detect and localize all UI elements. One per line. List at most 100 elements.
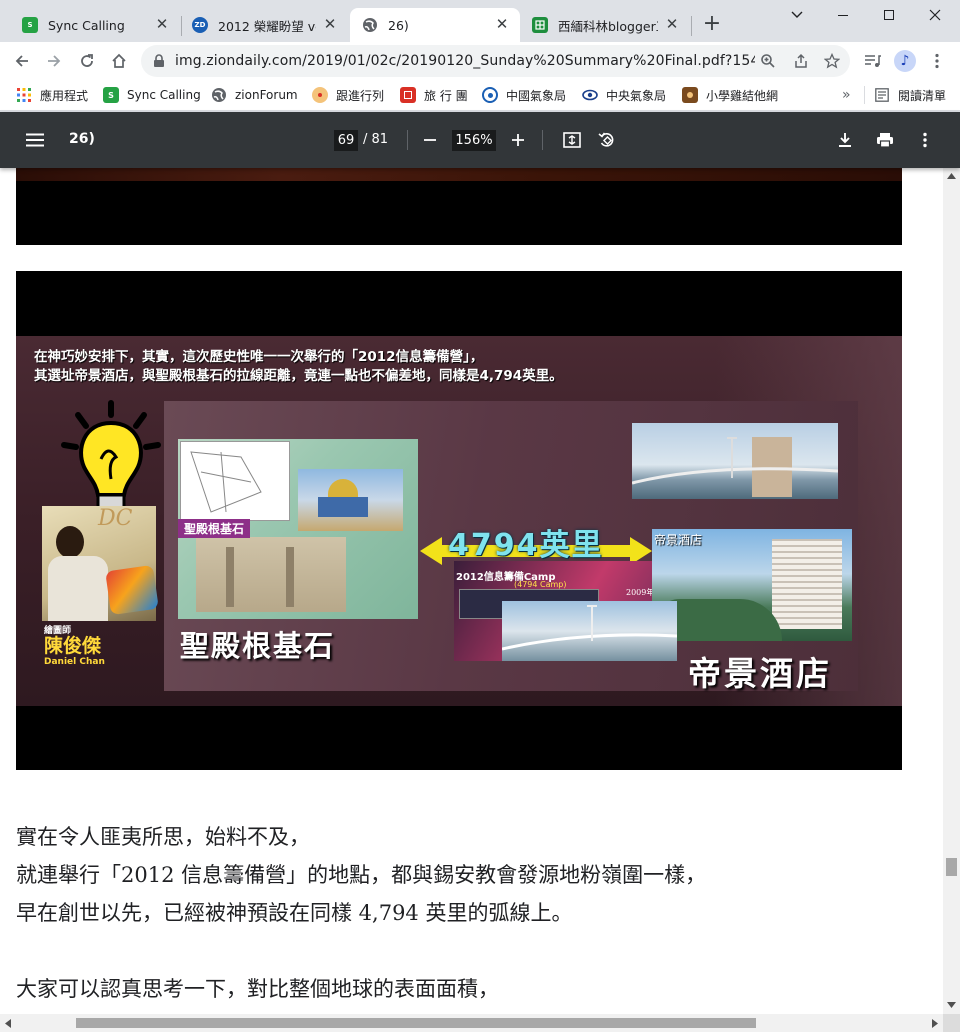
tab-sync-calling[interactable]: S Sync Calling ✕ <box>8 8 180 42</box>
pdf-title: 26) <box>69 131 95 147</box>
bookmark-label: 中國氣象局 <box>506 88 567 103</box>
close-icon[interactable]: ✕ <box>664 17 680 33</box>
rotate-icon <box>598 132 614 147</box>
toolbar-divider <box>542 130 543 150</box>
pillar <box>226 547 234 607</box>
scroll-left-icon[interactable] <box>5 1019 11 1028</box>
painter-name: 陳俊傑 <box>44 635 102 657</box>
media-control-button[interactable] <box>859 47 887 75</box>
zoom-level-input[interactable]: 156% <box>452 130 496 151</box>
bookmark-sync-calling[interactable]: S Sync Calling <box>103 85 201 105</box>
close-icon[interactable]: ✕ <box>154 17 170 33</box>
minimize-button[interactable] <box>820 0 866 30</box>
star-icon <box>824 53 840 69</box>
hotel-tag: 帝景酒店 <box>654 533 703 547</box>
bookmarks-overflow-button[interactable]: » <box>842 85 851 105</box>
vertical-scroll-thumb[interactable] <box>946 858 957 876</box>
document-line: 早在創世以先，已經被神預設在同樣 4,794 英里的弧線上。 <box>16 901 573 925</box>
pdf-viewport[interactable]: 在神巧妙安排下，其實，這次歷史性唯一一次舉行的「2012信息籌備營」， 其選址帝… <box>0 168 943 1014</box>
back-button[interactable] <box>8 47 36 75</box>
slide-image: 在神巧妙安排下，其實，這次歷史性唯一一次舉行的「2012信息籌備營」， 其選址帝… <box>16 271 902 770</box>
scroll-corner <box>943 1014 960 1032</box>
forward-button[interactable] <box>40 47 68 75</box>
bookmark-china-weather[interactable]: 中國氣象局 <box>482 85 566 105</box>
bookmark-travel[interactable]: 旅 行 團 <box>400 85 468 105</box>
chrome-menu-button[interactable] <box>923 47 951 75</box>
close-icon[interactable]: ✕ <box>322 17 338 33</box>
bookmark-follow-up[interactable]: 跟進行列 <box>312 85 384 105</box>
scroll-down-icon[interactable] <box>947 1002 956 1008</box>
painter-credit: 繪圖師 陳俊傑 Daniel Chan <box>44 623 154 667</box>
print-button[interactable] <box>873 128 897 152</box>
horizontal-scroll-thumb[interactable] <box>76 1018 756 1028</box>
scroll-up-icon[interactable] <box>947 173 956 179</box>
chevron-double-right-icon: » <box>842 87 851 103</box>
pdf-menu-button[interactable] <box>23 128 47 152</box>
slide-caption-line: 其選址帝景酒店，與聖殿根基石的拉線距離，竟連一點也不偏差地，同樣是4,794英里… <box>34 368 563 384</box>
new-tab-button[interactable]: + <box>700 13 724 37</box>
guitar-icon <box>682 87 698 103</box>
address-bar[interactable]: img.ziondaily.com/2019/01/02c/20190120_S… <box>141 45 850 77</box>
tab-pdf[interactable]: 26) ✕ <box>350 8 520 42</box>
home-button[interactable] <box>105 47 133 75</box>
rotate-button[interactable] <box>595 128 619 152</box>
reading-list-button[interactable]: 閱讀清單 <box>874 85 946 105</box>
previous-slide-image <box>16 168 902 245</box>
share-button[interactable] <box>791 51 811 71</box>
dome-building <box>318 497 368 517</box>
home-icon <box>112 53 126 68</box>
bookmark-label: 跟進行列 <box>336 88 385 103</box>
palette-icon <box>105 564 159 616</box>
slide-strip <box>16 168 902 181</box>
bookmark-label: 中央氣象局 <box>606 88 667 103</box>
bookmark-guitar[interactable]: 小學雞結他網 <box>682 85 778 105</box>
document-line: 實在令人匪夷所思，始料不及， <box>16 825 310 849</box>
maximize-icon <box>884 10 894 20</box>
more-vertical-icon <box>935 53 939 69</box>
arrow-left-icon <box>15 55 28 67</box>
maximize-button[interactable] <box>866 0 912 30</box>
horizontal-scrollbar[interactable] <box>0 1014 960 1032</box>
hotel-building <box>772 539 842 629</box>
bookmark-star-button[interactable] <box>822 51 842 71</box>
download-button[interactable] <box>833 128 857 152</box>
zoom-indicator-button[interactable] <box>758 51 778 71</box>
url-text[interactable]: img.ziondaily.com/2019/01/02c/20190120_S… <box>175 53 755 69</box>
sheets-icon <box>532 17 548 33</box>
minimize-icon <box>838 14 848 16</box>
page-number-input[interactable]: 69 <box>334 130 358 151</box>
zoom-in-button[interactable] <box>506 128 530 152</box>
dc-logo: DC <box>98 506 133 531</box>
bookmark-label: 應用程式 <box>40 88 89 103</box>
globe-icon <box>362 17 378 33</box>
lock-icon[interactable] <box>153 54 165 68</box>
palette-icon <box>312 87 328 103</box>
plus-icon <box>512 134 524 146</box>
profile-button[interactable]: ♪ <box>891 47 919 75</box>
fit-to-page-button[interactable] <box>560 128 584 152</box>
bookmark-apps[interactable]: 應用程式 <box>16 85 88 105</box>
pdf-more-button[interactable] <box>913 128 937 152</box>
painter-body <box>48 556 108 621</box>
scroll-right-icon[interactable] <box>932 1019 938 1028</box>
tab-zion-daily[interactable]: ZD 2012 榮耀盼望 vol. ✕ <box>182 8 348 42</box>
window-close-button[interactable] <box>912 0 958 30</box>
tab-search-button[interactable] <box>774 0 820 30</box>
close-icon[interactable]: ✕ <box>494 17 510 33</box>
vertical-scrollbar[interactable] <box>943 168 960 1014</box>
foundation-stone-photo <box>196 537 346 612</box>
dome-of-rock-photo <box>298 469 403 531</box>
zoom-out-button[interactable] <box>418 128 442 152</box>
more-vertical-icon <box>923 132 927 148</box>
slide-caption: 在神巧妙安排下，其實，這次歷史性唯一一次舉行的「2012信息籌備營」， 其選址帝… <box>34 348 563 386</box>
weather-icon <box>482 87 498 103</box>
minus-icon <box>424 139 436 141</box>
browser-toolbar: img.ziondaily.com/2019/01/02c/20190120_S… <box>0 42 960 80</box>
reload-icon <box>81 54 93 67</box>
tab-sheets[interactable]: 西緬科林blogger工 ✕ <box>522 8 690 42</box>
bookmark-central-weather[interactable]: 中央氣象局 <box>582 85 666 105</box>
bookmark-zionforum[interactable]: zionForum <box>211 85 298 105</box>
reload-button[interactable] <box>73 47 101 75</box>
hotel-bridge-photo <box>632 423 838 499</box>
zion-daily-icon: ZD <box>192 17 208 33</box>
